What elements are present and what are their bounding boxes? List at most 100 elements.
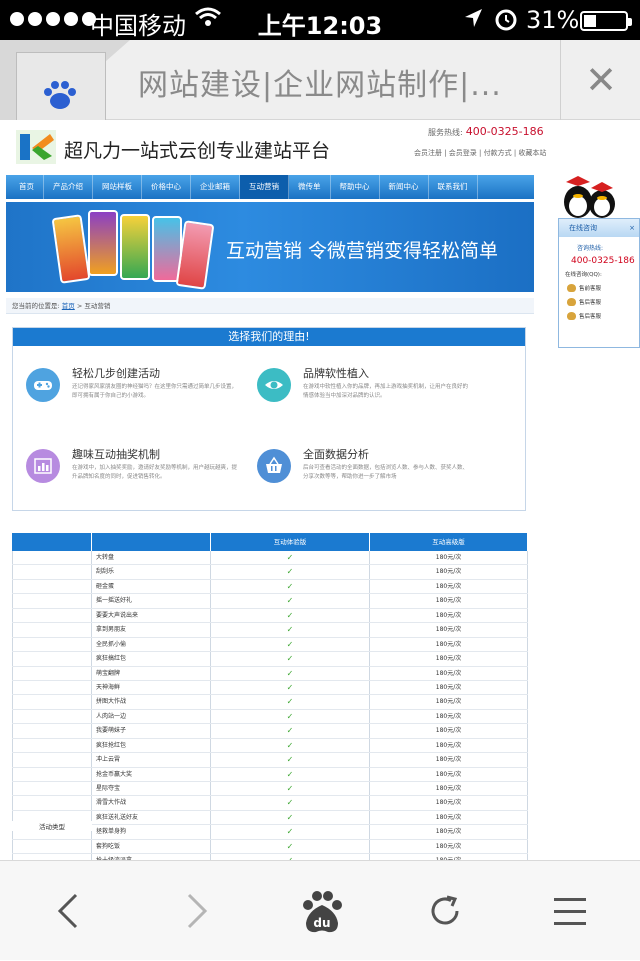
table-row: 大转盘 ✓ 180元/次 <box>12 551 528 566</box>
status-bar: 中国移动 上午12:03 31% <box>0 0 640 40</box>
table-row: 疯狂搞红包 ✓ 180元/次 <box>12 652 528 667</box>
nav-item-samples[interactable]: 网站样板 <box>93 175 142 199</box>
category-cell <box>12 796 92 810</box>
qq-hotline-label: 咨询热线: <box>577 245 604 252</box>
baidu-home-button[interactable]: du <box>270 861 370 961</box>
check-mark: ✓ <box>211 594 370 608</box>
reason-title: 品牌软性植入 <box>303 367 369 380</box>
nav-item-contact[interactable]: 联系我们 <box>429 175 478 199</box>
price-cell: 180元/次 <box>370 724 528 738</box>
header-blank <box>12 533 92 551</box>
table-row: 套狗吃饭 ✓ 180元/次 <box>12 839 528 855</box>
compare-table: 互动体验版 互动高级版 大转盘 ✓ 180元/次 刮刮乐 ✓ 180元/次 砸金蛋 ✓ 180元… <box>12 533 528 860</box>
header-blank <box>92 533 211 551</box>
location-arrow-icon <box>462 6 484 36</box>
price-cell: 180元/次 <box>370 551 528 565</box>
check-mark: ✓ <box>211 623 370 637</box>
activity-name: 冲上云霄 <box>92 753 211 767</box>
activity-name: 拼图大作战 <box>92 695 211 709</box>
check-mark: ✓ <box>211 608 370 623</box>
price-cell: 180元/次 <box>370 594 528 608</box>
site-title: 超凡力一站式云创专业建站平台 <box>64 140 331 162</box>
browser-tab-bar: 网站建设|企业网站制作|... ✕ <box>0 40 640 120</box>
check-mark: ✓ <box>211 753 370 767</box>
menu-button[interactable] <box>520 861 620 961</box>
activity-name: 天神海鲜 <box>92 680 211 695</box>
qq-penguin-icon <box>564 176 615 218</box>
table-row: 要要大声说出来 ✓ 180元/次 <box>12 608 528 624</box>
category-cell <box>12 652 92 666</box>
nav-item-interactive-marketing[interactable]: 互动营销 <box>240 175 289 199</box>
price-cell: 180元/次 <box>370 767 528 781</box>
price-cell: 180元/次 <box>370 839 528 854</box>
activity-name: 人肉站一边 <box>92 709 211 724</box>
nav-item-email[interactable]: 企业邮箱 <box>191 175 240 199</box>
activity-name: 疯狂抢红包 <box>92 738 211 753</box>
check-mark: ✓ <box>211 666 370 680</box>
table-row: 冲上云霄 ✓ 180元/次 <box>12 753 528 768</box>
check-mark: ✓ <box>211 839 370 854</box>
back-icon <box>57 893 78 929</box>
table-row: 拿到男朋友 ✓ 180元/次 <box>12 623 528 638</box>
refresh-button[interactable] <box>395 861 495 961</box>
category-cell <box>12 551 92 565</box>
back-button[interactable] <box>20 861 120 961</box>
close-tab-button[interactable]: ✕ <box>560 40 640 120</box>
check-mark: ✓ <box>211 551 370 565</box>
check-mark: ✓ <box>211 738 370 753</box>
price-cell: 180元/次 <box>370 579 528 594</box>
reason-desc: 还记得家风家朋友圈的神经猫吗？在这里你只需通过简单几步设置，即可拥有属于你自己的… <box>72 384 238 399</box>
category-cell <box>12 738 92 753</box>
forward-button[interactable] <box>145 861 245 961</box>
web-page: 超凡力一站式云创专业建站平台 服务热线: 400-0325-186 会员注册 | … <box>0 120 640 860</box>
price-cell: 180元/次 <box>370 782 528 796</box>
table-row: 摇一摇送好礼 ✓ 180元/次 <box>12 594 528 609</box>
category-cell <box>12 839 92 854</box>
qq-panel: 在线咨询 × 咨询热线: 400-0325-186 在线咨询(QQ): 售前客服 … <box>558 218 640 348</box>
chart-icon <box>26 449 60 483</box>
qq-service-link[interactable]: 售前客服 <box>559 284 639 292</box>
menu-icon <box>554 898 586 925</box>
price-cell: 180元/次 <box>370 796 528 810</box>
activity-name: 套狗吃饭 <box>92 839 211 854</box>
check-mark: ✓ <box>211 825 370 839</box>
battery-icon <box>580 11 632 31</box>
activity-name: 抢金币赢大奖 <box>92 767 211 781</box>
category-cell <box>12 608 92 623</box>
qq-panel-close-button[interactable]: × <box>629 219 635 237</box>
nav-item-flyer[interactable]: 微传单 <box>289 175 331 199</box>
table-row: 砸金蛋 ✓ 180元/次 <box>12 579 528 595</box>
reasons-section: 选择我们的理由! 轻松几步创建活动 还记得家风家朋友圈的神经猫吗？在这里你只需通… <box>12 327 526 511</box>
marketing-banner[interactable]: 互动营销 令微营销变得轻松简单 <box>6 202 534 292</box>
breadcrumb-current: > 互动营销 <box>76 302 111 310</box>
qq-hotline-number[interactable]: 400-0325-186 <box>559 256 639 266</box>
qq-service-link[interactable]: 售后客服 <box>559 298 639 306</box>
activity-name: 疯狂送礼送好友 <box>92 810 211 825</box>
nav-item-pricing[interactable]: 价格中心 <box>142 175 191 199</box>
category-cell <box>12 565 92 579</box>
baidu-du-icon: du <box>303 891 342 933</box>
price-cell: 180元/次 <box>370 623 528 637</box>
table-row: 疯狂抢红包 ✓ 180元/次 <box>12 738 528 754</box>
price-cell: 180元/次 <box>370 652 528 666</box>
battery-percent: 31% <box>526 6 580 34</box>
hotline-number[interactable]: 400-0325-186 <box>466 125 544 138</box>
table-body: 大转盘 ✓ 180元/次 刮刮乐 ✓ 180元/次 砸金蛋 ✓ 180元/次 摇一摇送好礼 ✓ 180… <box>12 551 528 860</box>
activity-name: 砸金蛋 <box>92 579 211 594</box>
top-links[interactable]: 会员注册 | 会员登录 | 付款方式 | 收藏本站 <box>414 148 546 158</box>
qq-panel-header: 在线咨询 × <box>559 219 639 237</box>
qq-consult-widget: 在线咨询 × 咨询热线: 400-0325-186 在线咨询(QQ): 售前客服 … <box>558 174 640 348</box>
nav-item-help[interactable]: 帮助中心 <box>331 175 380 199</box>
breadcrumb-home-link[interactable]: 首页 <box>62 302 75 310</box>
check-mark: ✓ <box>211 680 370 695</box>
nav-item-news[interactable]: 新闻中心 <box>380 175 429 199</box>
qq-service-link[interactable]: 售后客服 <box>559 312 639 320</box>
check-mark: ✓ <box>211 652 370 666</box>
nav-item-home[interactable]: 首页 <box>10 175 44 199</box>
nav-item-products[interactable]: 产品介绍 <box>44 175 93 199</box>
tab-title[interactable]: 网站建设|企业网站制作|... <box>138 60 502 104</box>
banner-phone-image <box>88 210 118 276</box>
forward-icon <box>187 893 208 929</box>
qq-icon <box>567 312 576 320</box>
category-cell <box>12 680 92 695</box>
